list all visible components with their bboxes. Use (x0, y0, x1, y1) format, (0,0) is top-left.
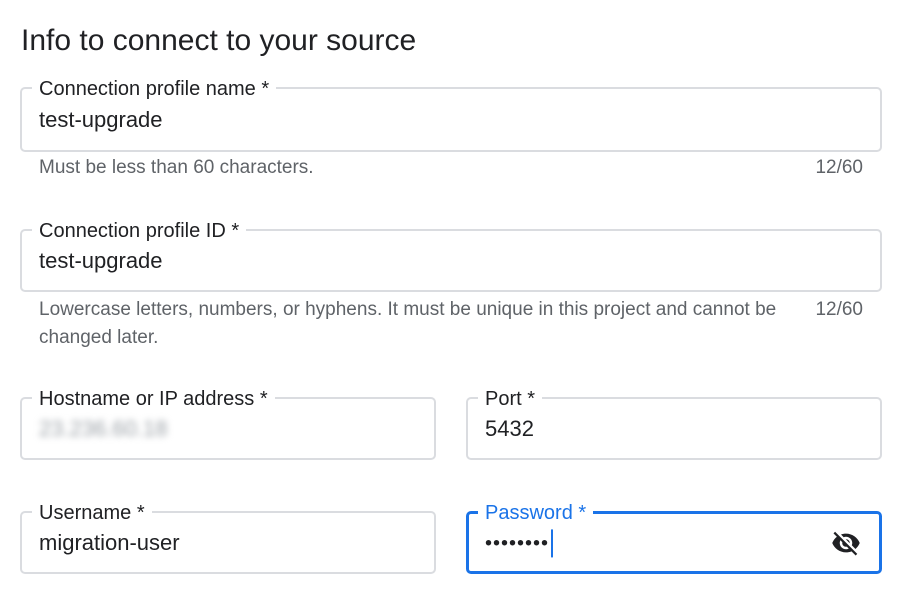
port-label: Port * (478, 387, 543, 411)
profile-name-counter: 12/60 (815, 157, 863, 178)
password-label: Password * (478, 501, 594, 525)
profile-id-input[interactable]: test-upgrade (39, 247, 163, 275)
section-title: Info to connect to your source (21, 24, 417, 57)
profile-id-label: Connection profile ID * (32, 219, 247, 243)
hostname-input[interactable]: 23.236.60.18 (39, 415, 167, 443)
connection-info-form: Info to connect to your source Connectio… (0, 0, 900, 590)
text-caret (551, 529, 554, 558)
password-masked-value: •••••••• (485, 531, 550, 554)
profile-id-counter: 12/60 (815, 299, 863, 320)
profile-name-field[interactable]: Connection profile name * test-upgrade (20, 77, 882, 152)
password-field[interactable]: Password * •••••••• (466, 501, 882, 574)
profile-name-input[interactable]: test-upgrade (39, 106, 163, 134)
password-input[interactable]: •••••••• (485, 528, 554, 558)
profile-id-hint: Lowercase letters, numbers, or hyphens. … (39, 299, 777, 348)
username-field[interactable]: Username * migration-user (20, 501, 436, 574)
hostname-label: Hostname or IP address * (32, 387, 275, 411)
profile-name-hint: Must be less than 60 characters. (39, 157, 314, 178)
visibility-off-icon[interactable] (831, 528, 861, 558)
username-input[interactable]: migration-user (39, 529, 180, 557)
hostname-field[interactable]: Hostname or IP address * 23.236.60.18 (20, 387, 436, 460)
profile-id-field[interactable]: Connection profile ID * test-upgrade (20, 219, 882, 292)
port-input[interactable]: 5432 (485, 415, 534, 443)
username-label: Username * (32, 501, 152, 525)
port-field[interactable]: Port * 5432 (466, 387, 882, 460)
profile-name-label: Connection profile name * (32, 77, 277, 101)
